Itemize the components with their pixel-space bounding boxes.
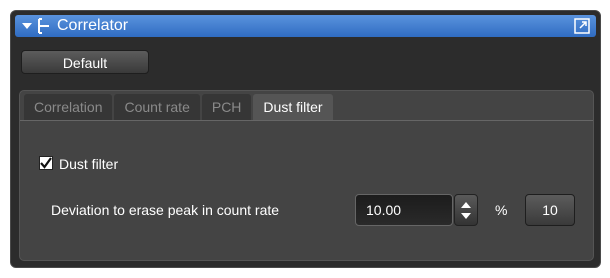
correlator-panel: Correlator Default Correlation Count rat… <box>10 10 601 268</box>
tab-bar: Correlation Count rate PCH Dust filter <box>24 94 333 120</box>
percent-unit: % <box>495 202 508 218</box>
stepper-down-icon[interactable] <box>461 213 471 219</box>
default-button[interactable]: Default <box>21 50 149 74</box>
checkmark-icon <box>40 157 52 169</box>
panel-title-bar[interactable]: Correlator <box>15 15 596 37</box>
tab-count-rate[interactable]: Count rate <box>114 94 200 120</box>
panel-title: Correlator <box>57 17 129 34</box>
stepper-up-icon[interactable] <box>461 202 471 208</box>
dust-filter-checkbox[interactable] <box>39 156 53 170</box>
preset-10-button[interactable]: 10 <box>525 194 575 226</box>
tab-pch[interactable]: PCH <box>201 94 252 120</box>
deviation-input[interactable]: 10.00 <box>355 194 453 226</box>
tab-content-area: Correlation Count rate PCH Dust filter <box>19 90 594 261</box>
deviation-stepper[interactable] <box>454 194 478 226</box>
popout-icon[interactable] <box>574 18 590 34</box>
tab-divider <box>20 120 593 121</box>
deviation-label: Deviation to erase peak in count rate <box>51 202 280 218</box>
dust-filter-label[interactable]: Dust filter <box>59 156 118 172</box>
tree-icon <box>38 18 49 34</box>
collapse-triangle-icon[interactable] <box>22 23 32 29</box>
tab-correlation[interactable]: Correlation <box>24 94 113 120</box>
tab-dust-filter[interactable]: Dust filter <box>253 94 333 120</box>
